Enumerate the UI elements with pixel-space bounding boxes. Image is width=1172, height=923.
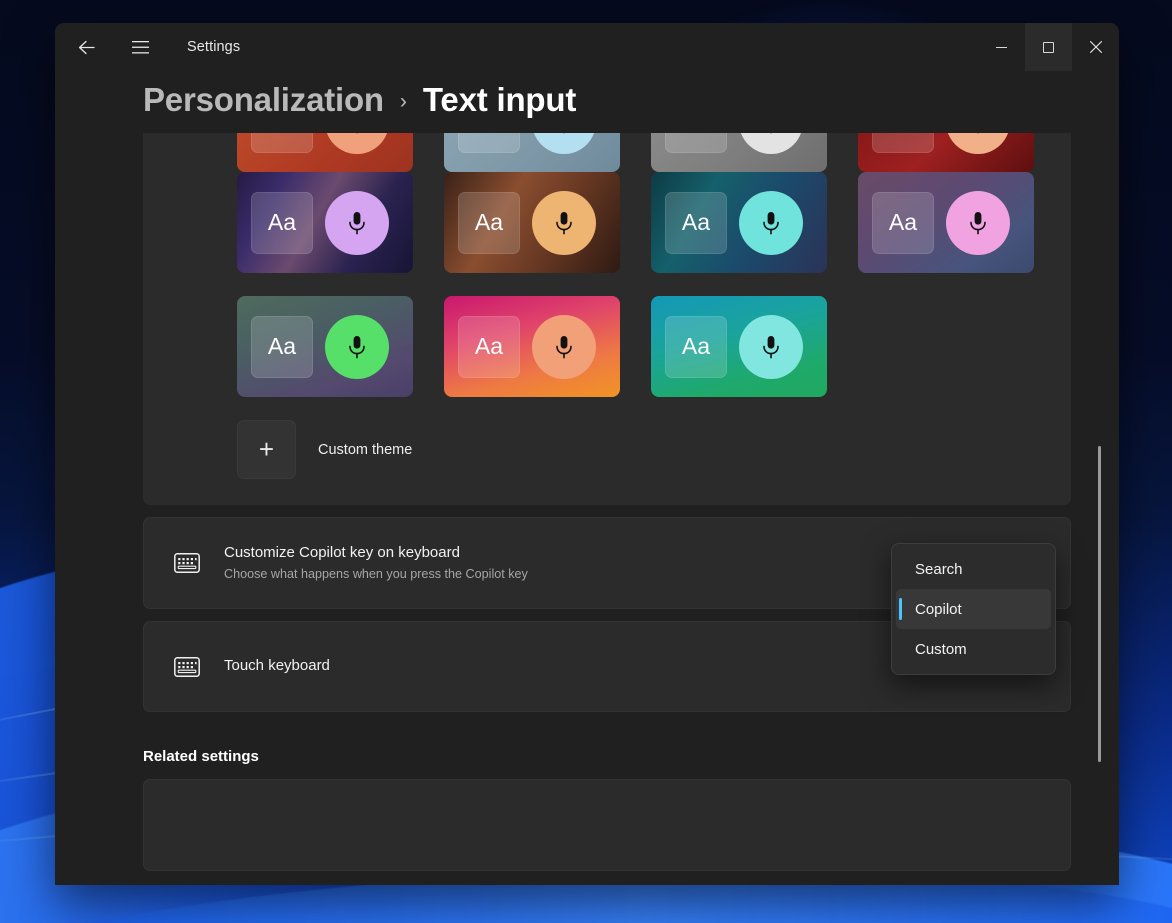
hamburger-menu-icon[interactable] xyxy=(120,31,160,63)
theme-purple-aurora[interactable]: Aa xyxy=(237,172,413,273)
microphone-icon xyxy=(325,191,389,255)
theme-aa-preview: Aa xyxy=(872,133,934,153)
microphone-icon xyxy=(325,133,389,154)
theme-aa-preview: Aa xyxy=(665,133,727,153)
microphone-icon xyxy=(532,315,596,379)
close-button[interactable] xyxy=(1072,23,1119,71)
plus-icon[interactable]: + xyxy=(237,420,296,479)
microphone-icon xyxy=(532,133,596,154)
chevron-right-icon: › xyxy=(400,90,407,114)
keyboard-icon xyxy=(167,657,207,677)
theme-green-purple[interactable]: Aa xyxy=(237,296,413,397)
theme-pink-orange[interactable]: Aa xyxy=(444,296,620,397)
microphone-icon xyxy=(739,191,803,255)
microphone-icon xyxy=(532,191,596,255)
custom-theme-label: Custom theme xyxy=(318,442,412,458)
back-arrow-icon[interactable] xyxy=(66,31,106,63)
dropdown-item-copilot[interactable]: Copilot xyxy=(896,589,1051,629)
theme-aa-preview: Aa xyxy=(872,192,934,254)
window-controls xyxy=(978,23,1119,71)
theme-orange-red[interactable]: Aa xyxy=(237,133,413,172)
keyboard-icon xyxy=(167,553,207,573)
theme-aa-preview: Aa xyxy=(458,316,520,378)
theme-teal-green[interactable]: Aa xyxy=(651,296,827,397)
voice-theme-gallery: Aa Aa Aa Aa Aa Aa Aa Aa Aa Aa Aa + Custom theme xyxy=(143,133,1071,505)
page-title: Text input xyxy=(423,81,576,119)
settings-window: Settings Personalization › Text input xyxy=(55,23,1119,885)
theme-aa-preview: Aa xyxy=(251,192,313,254)
theme-row-clipped: Aa Aa Aa Aa xyxy=(143,133,1071,172)
desktop-background: Settings Personalization › Text input xyxy=(0,0,1172,923)
theme-slate-blue[interactable]: Aa xyxy=(444,133,620,172)
copilot-key-dropdown[interactable]: SearchCopilotCustom xyxy=(891,543,1056,675)
breadcrumb: Personalization › Text input xyxy=(55,71,1119,133)
settings-scroll-area: Aa Aa Aa Aa Aa Aa Aa Aa Aa Aa Aa + Custom theme xyxy=(55,133,1119,873)
microphone-icon xyxy=(739,315,803,379)
theme-mauve-dusk[interactable]: Aa xyxy=(858,172,1034,273)
theme-dark-red[interactable]: Aa xyxy=(858,133,1034,172)
custom-theme-row[interactable]: + Custom theme xyxy=(143,397,1071,479)
theme-aa-preview: Aa xyxy=(665,192,727,254)
minimize-button[interactable] xyxy=(978,23,1025,71)
theme-aa-preview: Aa xyxy=(458,192,520,254)
theme-grid: Aa Aa Aa Aa Aa Aa Aa xyxy=(143,172,1071,397)
theme-aa-preview: Aa xyxy=(251,133,313,153)
microphone-icon xyxy=(946,191,1010,255)
microphone-icon xyxy=(946,133,1010,154)
theme-copper-silk[interactable]: Aa xyxy=(444,172,620,273)
theme-gray[interactable]: Aa xyxy=(651,133,827,172)
dropdown-item-search[interactable]: Search xyxy=(896,549,1051,589)
app-title: Settings xyxy=(187,39,240,55)
related-settings-row[interactable] xyxy=(143,779,1071,871)
theme-aa-preview: Aa xyxy=(458,133,520,153)
theme-aa-preview: Aa xyxy=(665,316,727,378)
scrollbar-thumb[interactable] xyxy=(1098,446,1101,762)
title-bar: Settings xyxy=(55,23,1119,71)
theme-teal-deep[interactable]: Aa xyxy=(651,172,827,273)
related-settings-heading: Related settings xyxy=(143,712,1071,779)
maximize-button[interactable] xyxy=(1025,23,1072,71)
vertical-scrollbar[interactable] xyxy=(1094,133,1106,873)
dropdown-item-custom[interactable]: Custom xyxy=(896,629,1051,669)
microphone-icon xyxy=(325,315,389,379)
microphone-icon xyxy=(739,133,803,154)
theme-aa-preview: Aa xyxy=(251,316,313,378)
breadcrumb-parent[interactable]: Personalization xyxy=(143,81,384,119)
